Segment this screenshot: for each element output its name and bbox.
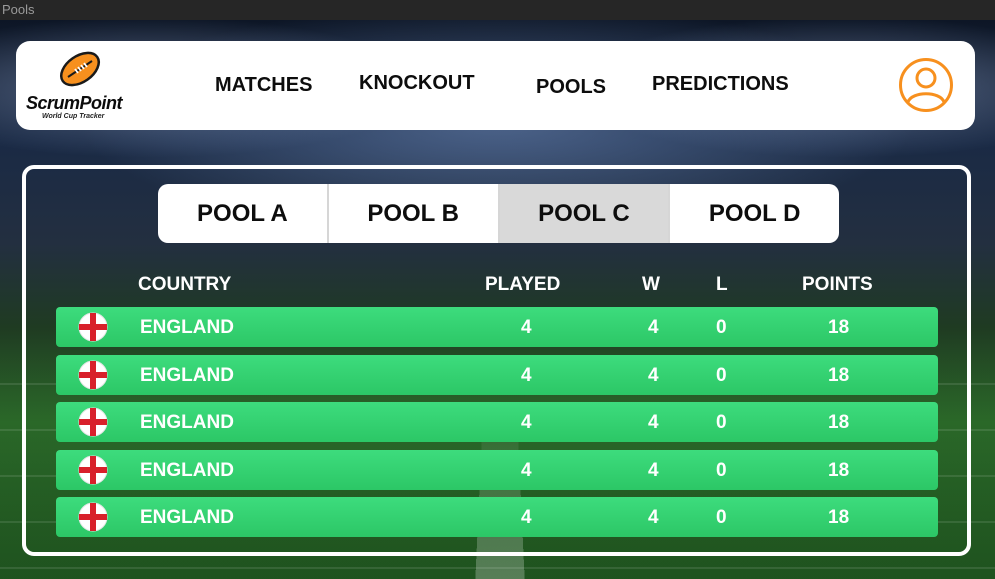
row-country: ENGLAND <box>140 507 234 528</box>
england-flag-icon <box>78 312 108 342</box>
user-profile-icon[interactable] <box>898 57 954 113</box>
row-played: 4 <box>521 460 532 481</box>
row-wins: 4 <box>648 507 659 528</box>
row-played: 4 <box>521 365 532 386</box>
brand-name: ScrumPoint <box>26 93 123 113</box>
row-points: 18 <box>828 460 850 481</box>
table-row[interactable]: ENGLAND 4 4 0 18 <box>56 307 938 347</box>
row-points: 18 <box>828 317 850 338</box>
nav-pools[interactable]: POOLS <box>536 76 606 99</box>
row-wins: 4 <box>648 460 659 481</box>
pool-standings-panel: POOL A POOL B POOL C POOL D COUNTRY PLAY… <box>22 165 971 556</box>
england-flag-icon <box>78 502 108 532</box>
row-losses: 0 <box>716 507 727 528</box>
row-country: ENGLAND <box>140 317 234 338</box>
table-row[interactable]: ENGLAND 4 4 0 18 <box>56 355 938 395</box>
tab-pool-b[interactable]: POOL B <box>329 184 500 243</box>
row-points: 18 <box>828 412 850 433</box>
tab-pool-c[interactable]: POOL C <box>499 184 671 243</box>
table-row[interactable]: ENGLAND 4 4 0 18 <box>56 497 938 537</box>
nav-predictions[interactable]: PREDICTIONS <box>652 73 789 96</box>
row-played: 4 <box>521 412 532 433</box>
pool-tabs: POOL A POOL B POOL C POOL D <box>158 184 839 243</box>
header-country: COUNTRY <box>138 274 232 295</box>
tab-pool-d[interactable]: POOL D <box>670 184 839 243</box>
row-losses: 0 <box>716 317 727 338</box>
header-losses: L <box>716 274 728 295</box>
header-points: POINTS <box>802 274 873 295</box>
top-navbar: ScrumPoint World Cup Tracker MATCHES KNO… <box>16 41 975 130</box>
row-losses: 0 <box>716 412 727 433</box>
row-points: 18 <box>828 507 850 528</box>
row-country: ENGLAND <box>140 460 234 481</box>
tab-pool-a[interactable]: POOL A <box>158 184 329 243</box>
row-played: 4 <box>521 317 532 338</box>
row-wins: 4 <box>648 412 659 433</box>
table-row[interactable]: ENGLAND 4 4 0 18 <box>56 402 938 442</box>
nav-matches[interactable]: MATCHES <box>215 74 312 97</box>
window-title: Pools <box>0 0 995 20</box>
row-losses: 0 <box>716 365 727 386</box>
england-flag-icon <box>78 455 108 485</box>
row-played: 4 <box>521 507 532 528</box>
england-flag-icon <box>78 407 108 437</box>
stadium-background: ScrumPoint World Cup Tracker MATCHES KNO… <box>0 20 995 579</box>
header-wins: W <box>642 274 660 295</box>
brand-tagline: World Cup Tracker <box>42 113 105 120</box>
nav-knockout[interactable]: KNOCKOUT <box>359 72 475 95</box>
brand-logo[interactable]: ScrumPoint World Cup Tracker <box>24 47 134 127</box>
row-wins: 4 <box>648 317 659 338</box>
table-row[interactable]: ENGLAND 4 4 0 18 <box>56 450 938 490</box>
row-wins: 4 <box>648 365 659 386</box>
row-points: 18 <box>828 365 850 386</box>
header-played: PLAYED <box>485 274 561 295</box>
england-flag-icon <box>78 360 108 390</box>
row-country: ENGLAND <box>140 365 234 386</box>
row-losses: 0 <box>716 460 727 481</box>
rugby-ball-icon <box>60 51 100 87</box>
row-country: ENGLAND <box>140 412 234 433</box>
